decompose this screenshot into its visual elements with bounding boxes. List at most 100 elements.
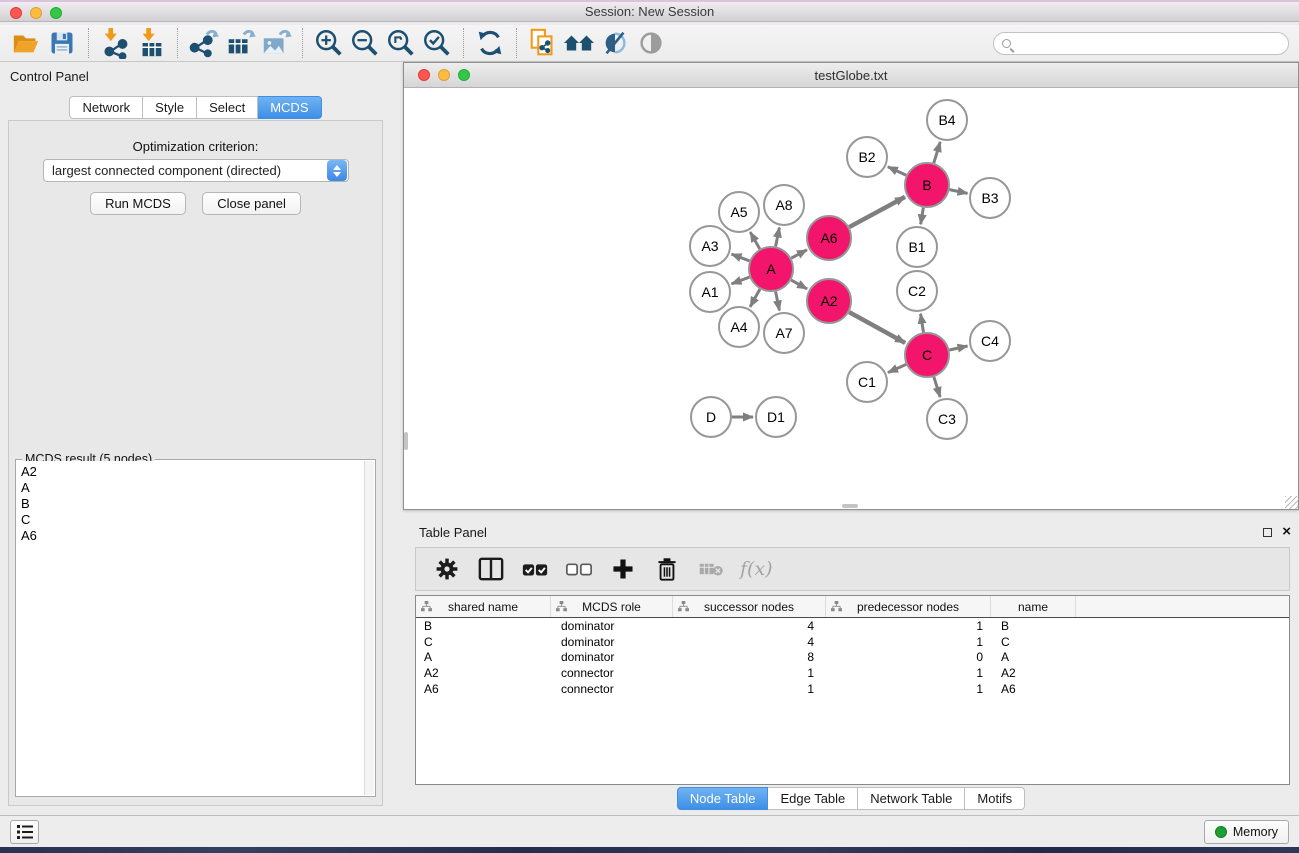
tab-node-table[interactable]: Node Table (677, 787, 769, 810)
zoom-window-button[interactable] (50, 7, 62, 19)
mcds-result-item[interactable]: C (21, 512, 374, 528)
node-table[interactable]: shared nameMCDS rolesuccessor nodesprede… (415, 595, 1290, 785)
network-node-A1[interactable]: A1 (690, 272, 730, 312)
network-node-A5[interactable]: A5 (719, 192, 759, 232)
float-table-panel-icon[interactable] (1263, 528, 1272, 537)
network-edge-B-B2[interactable] (888, 167, 906, 176)
show-columns-button[interactable] (476, 554, 506, 584)
show-graphics-details-button[interactable] (633, 26, 669, 60)
table-cell[interactable]: 1 (826, 682, 991, 696)
deselect-all-button[interactable] (564, 554, 594, 584)
network-edge-A-A3[interactable] (732, 254, 750, 261)
mcds-result-list[interactable]: A2ABCA6 (17, 461, 374, 795)
network-node-B2[interactable]: B2 (847, 137, 887, 177)
mcds-result-item[interactable]: A2 (21, 464, 374, 480)
network-edge-C-C3[interactable] (934, 377, 940, 397)
duplicate-network-button[interactable] (525, 26, 561, 60)
network-edge-C-C1[interactable] (888, 364, 906, 372)
network-node-C1[interactable]: C1 (847, 362, 887, 402)
show-panels-button[interactable] (10, 820, 39, 844)
export-network-button[interactable] (186, 26, 222, 60)
tab-motifs[interactable]: Motifs (965, 787, 1025, 810)
destroy-table-button[interactable] (696, 554, 726, 584)
network-edge-B-B3[interactable] (950, 190, 968, 194)
table-cell[interactable]: 8 (673, 650, 826, 664)
close-table-panel-icon[interactable]: × (1282, 527, 1291, 537)
table-settings-button[interactable] (432, 554, 462, 584)
table-row[interactable]: Adominator80A (416, 650, 1289, 666)
close-window-button[interactable] (10, 7, 22, 19)
zoom-network-button[interactable] (458, 69, 470, 81)
minimize-network-button[interactable] (438, 69, 450, 81)
tab-edge-table[interactable]: Edge Table (768, 787, 858, 810)
hide-graphics-details-button[interactable] (597, 26, 633, 60)
network-canvas[interactable]: B4B2BB3A8A5A6A3B1AA1C2A2A4A7C4CC1DD1C3 (404, 88, 1298, 509)
network-edge-A2-C[interactable] (849, 312, 905, 343)
table-cell[interactable]: 1 (673, 666, 826, 680)
network-node-C3[interactable]: C3 (927, 399, 967, 439)
fit-content-button[interactable] (383, 26, 419, 60)
network-vscrollbar[interactable] (404, 432, 408, 450)
resize-grip[interactable] (1285, 496, 1298, 509)
network-edge-C-C4[interactable] (949, 346, 967, 350)
network-node-C4[interactable]: C4 (970, 321, 1010, 361)
network-node-B[interactable]: B (905, 163, 949, 207)
column-header-name[interactable]: name (991, 596, 1076, 617)
table-cell[interactable]: C (991, 635, 1076, 649)
import-table-button[interactable] (133, 26, 169, 60)
result-scrollbar[interactable] (364, 461, 374, 795)
mcds-result-item[interactable]: A6 (21, 528, 374, 544)
network-node-C2[interactable]: C2 (897, 271, 937, 311)
table-cell[interactable]: dominator (551, 635, 673, 649)
network-edge-A-A7[interactable] (776, 292, 780, 311)
network-node-A7[interactable]: A7 (764, 313, 804, 353)
table-cell[interactable]: 1 (826, 619, 991, 633)
tab-network-table[interactable]: Network Table (858, 787, 965, 810)
criterion-dropdown[interactable]: largest connected component (directed) (43, 159, 349, 182)
column-header-predecessor-nodes[interactable]: predecessor nodes (826, 596, 991, 617)
network-node-A[interactable]: A (749, 247, 793, 291)
network-node-A6[interactable]: A6 (807, 216, 851, 260)
refresh-view-button[interactable] (472, 26, 508, 60)
network-node-D1[interactable]: D1 (756, 397, 796, 437)
run-mcds-button[interactable]: Run MCDS (90, 192, 186, 215)
table-cell[interactable]: B (991, 619, 1076, 633)
network-window-titlebar[interactable]: testGlobe.txt (404, 63, 1298, 88)
zoom-out-button[interactable] (347, 26, 383, 60)
table-cell[interactable]: 1 (826, 635, 991, 649)
create-column-button[interactable] (608, 554, 638, 584)
tab-style[interactable]: Style (143, 96, 197, 119)
network-edge-B-B4[interactable] (934, 142, 940, 163)
network-edge-A6-B[interactable] (849, 197, 905, 227)
table-row[interactable]: A2connector11A2 (416, 665, 1289, 681)
tab-network[interactable]: Network (69, 96, 143, 119)
table-row[interactable]: A6connector11A6 (416, 681, 1289, 697)
close-panel-button[interactable]: Close panel (202, 192, 301, 215)
network-node-A3[interactable]: A3 (690, 226, 730, 266)
network-node-C[interactable]: C (905, 333, 949, 377)
table-cell[interactable]: 4 (673, 635, 826, 649)
network-node-B3[interactable]: B3 (970, 178, 1010, 218)
mcds-result-item[interactable]: B (21, 496, 374, 512)
table-cell[interactable]: A2 (416, 666, 551, 680)
table-cell[interactable]: 0 (826, 650, 991, 664)
table-cell[interactable]: dominator (551, 650, 673, 664)
tab-mcds[interactable]: MCDS (258, 96, 321, 119)
table-cell[interactable]: B (416, 619, 551, 633)
network-edge-A-A4[interactable] (750, 289, 760, 307)
select-all-button[interactable] (520, 554, 550, 584)
table-cell[interactable]: dominator (551, 619, 673, 633)
network-edge-B-B1[interactable] (921, 208, 924, 225)
mcds-result-item[interactable]: A (21, 480, 374, 496)
zoom-in-button[interactable] (311, 26, 347, 60)
network-node-A8[interactable]: A8 (764, 185, 804, 225)
table-cell[interactable]: A (991, 650, 1076, 664)
function-builder-button[interactable]: f(x) (740, 558, 773, 580)
network-edge-A-A5[interactable] (750, 232, 759, 249)
search-input[interactable] (993, 32, 1289, 55)
network-edge-A-A8[interactable] (776, 228, 780, 247)
open-session-button[interactable] (8, 26, 44, 60)
table-cell[interactable]: 1 (673, 682, 826, 696)
export-image-button[interactable] (258, 26, 294, 60)
table-row[interactable]: Bdominator41B (416, 618, 1289, 634)
